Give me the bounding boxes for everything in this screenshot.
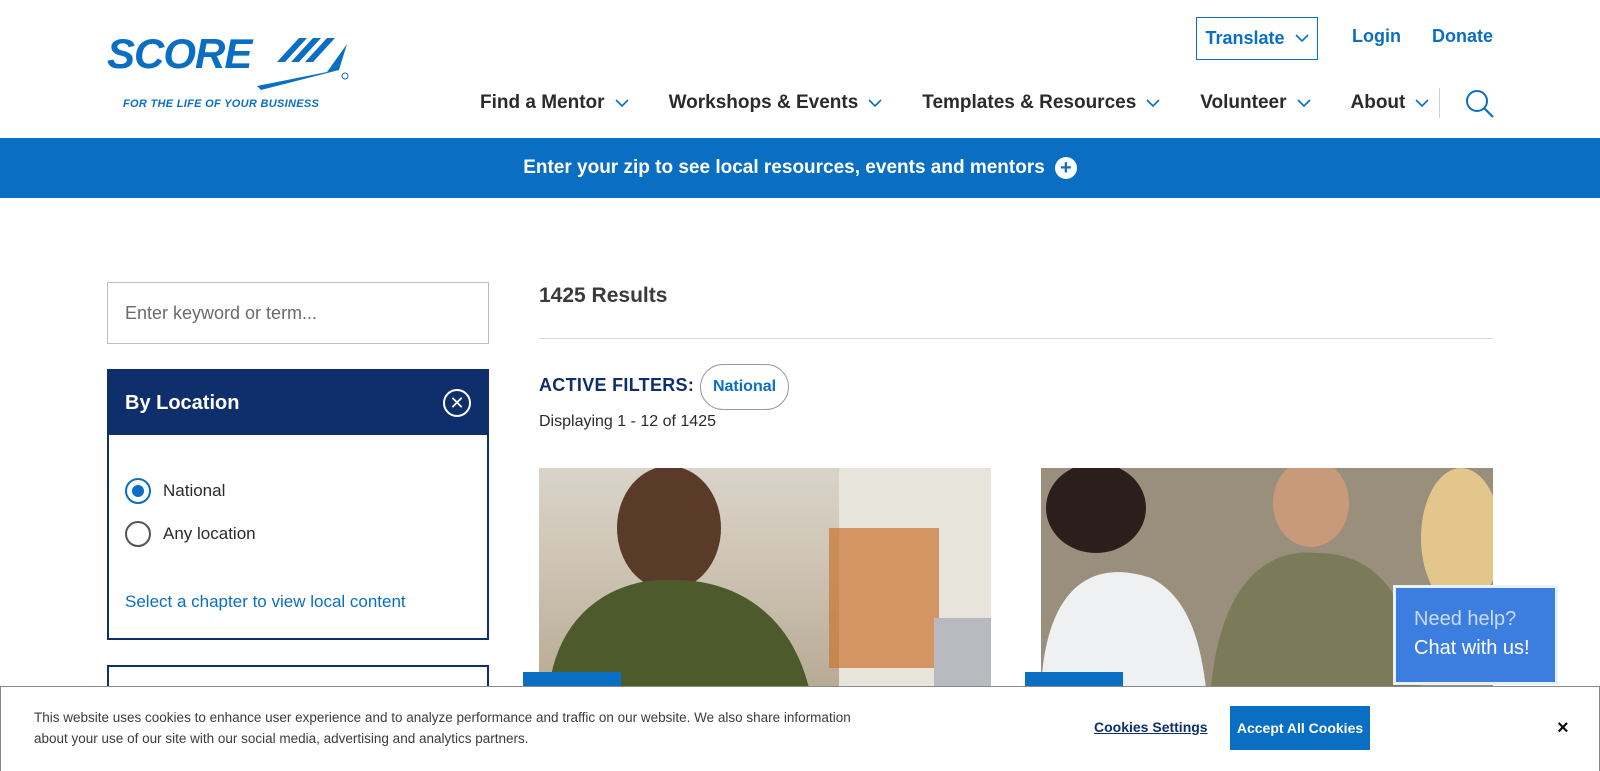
nav-workshops-events[interactable]: Workshops & Events — [669, 92, 883, 114]
chevron-down-icon — [1415, 98, 1429, 107]
result-card-image[interactable] — [539, 468, 991, 688]
nav-label: Volunteer — [1200, 92, 1287, 113]
close-circle-icon[interactable]: ✕ — [443, 389, 471, 417]
login-link[interactable]: Login — [1352, 26, 1401, 47]
photo-mentor-illustration — [549, 468, 991, 688]
location-filter-panel: By Location ✕ National Any location Sele… — [107, 369, 489, 640]
location-panel-title: By Location — [125, 391, 240, 414]
cookie-text: This website uses cookies to enhance use… — [34, 710, 851, 746]
nav-templates-resources[interactable]: Templates & Resources — [922, 92, 1160, 114]
nav-divider — [1439, 88, 1440, 118]
nav-label: Templates & Resources — [922, 92, 1137, 113]
nav-label: About — [1350, 92, 1406, 113]
chevron-down-icon — [1294, 34, 1309, 43]
logo-wordmark: SCORE — [107, 30, 252, 77]
chat-line-2: Chat with us! — [1414, 637, 1530, 659]
site-header: SCORE FOR THE LIFE OF YOUR BUSINESS Tran… — [0, 0, 1600, 138]
radio-button-checked[interactable] — [125, 478, 151, 504]
radio-label: National — [163, 481, 226, 500]
nav-find-a-mentor[interactable]: Find a Mentor — [480, 92, 629, 114]
logo-stripes-icon — [257, 38, 349, 90]
accept-all-cookies-button[interactable]: Accept All Cookies — [1230, 706, 1370, 750]
keyword-search-input[interactable] — [107, 282, 489, 344]
results-count: 1425 Results — [539, 284, 668, 307]
filter-chip-national[interactable]: National — [700, 364, 789, 410]
nav-label: Workshops & Events — [668, 92, 859, 113]
nav-label: Find a Mentor — [480, 92, 605, 113]
radio-national[interactable]: National — [125, 478, 225, 504]
active-filters-label: ACTIVE FILTERS: — [539, 375, 695, 395]
zip-banner-text: Enter your zip to see local resources, e… — [523, 157, 1045, 178]
close-icon[interactable]: × — [1557, 717, 1569, 740]
chat-line-1: Need help? — [1414, 608, 1517, 630]
radio-label: Any location — [163, 524, 256, 543]
translate-dropdown[interactable]: Translate — [1196, 17, 1318, 60]
chevron-down-icon — [1296, 98, 1311, 107]
zip-banner[interactable]: Enter your zip to see local resources, e… — [0, 138, 1600, 198]
chevron-down-icon — [1146, 98, 1160, 107]
donate-link[interactable]: Donate — [1432, 26, 1493, 47]
nav-about[interactable]: About — [1351, 92, 1430, 114]
displaying-text: Displaying 1 - 12 of 1425 — [539, 413, 716, 430]
main-nav: Find a Mentor Workshops & Events Templat… — [480, 88, 1429, 118]
score-logo[interactable]: SCORE FOR THE LIFE OF YOUR BUSINESS — [107, 30, 349, 112]
plus-circle-icon: + — [1054, 157, 1077, 179]
radio-button[interactable] — [125, 521, 151, 547]
chat-widget[interactable]: Need help? Chat with us! — [1393, 585, 1558, 685]
chevron-down-icon — [614, 98, 629, 107]
cookie-banner: This website uses cookies to enhance use… — [0, 686, 1600, 771]
chevron-down-icon — [868, 98, 882, 107]
translate-label: Translate — [1205, 28, 1285, 48]
location-panel-header[interactable]: By Location ✕ — [109, 371, 487, 435]
results-divider — [539, 338, 1493, 339]
radio-any-location[interactable]: Any location — [125, 521, 256, 547]
cookies-settings-link[interactable]: Cookies Settings — [1094, 719, 1208, 735]
search-icon[interactable] — [1465, 89, 1495, 119]
nav-volunteer[interactable]: Volunteer — [1200, 92, 1311, 114]
select-chapter-link[interactable]: Select a chapter to view local content — [125, 592, 406, 612]
logo-tagline: FOR THE LIFE OF YOUR BUSINESS — [123, 98, 320, 110]
